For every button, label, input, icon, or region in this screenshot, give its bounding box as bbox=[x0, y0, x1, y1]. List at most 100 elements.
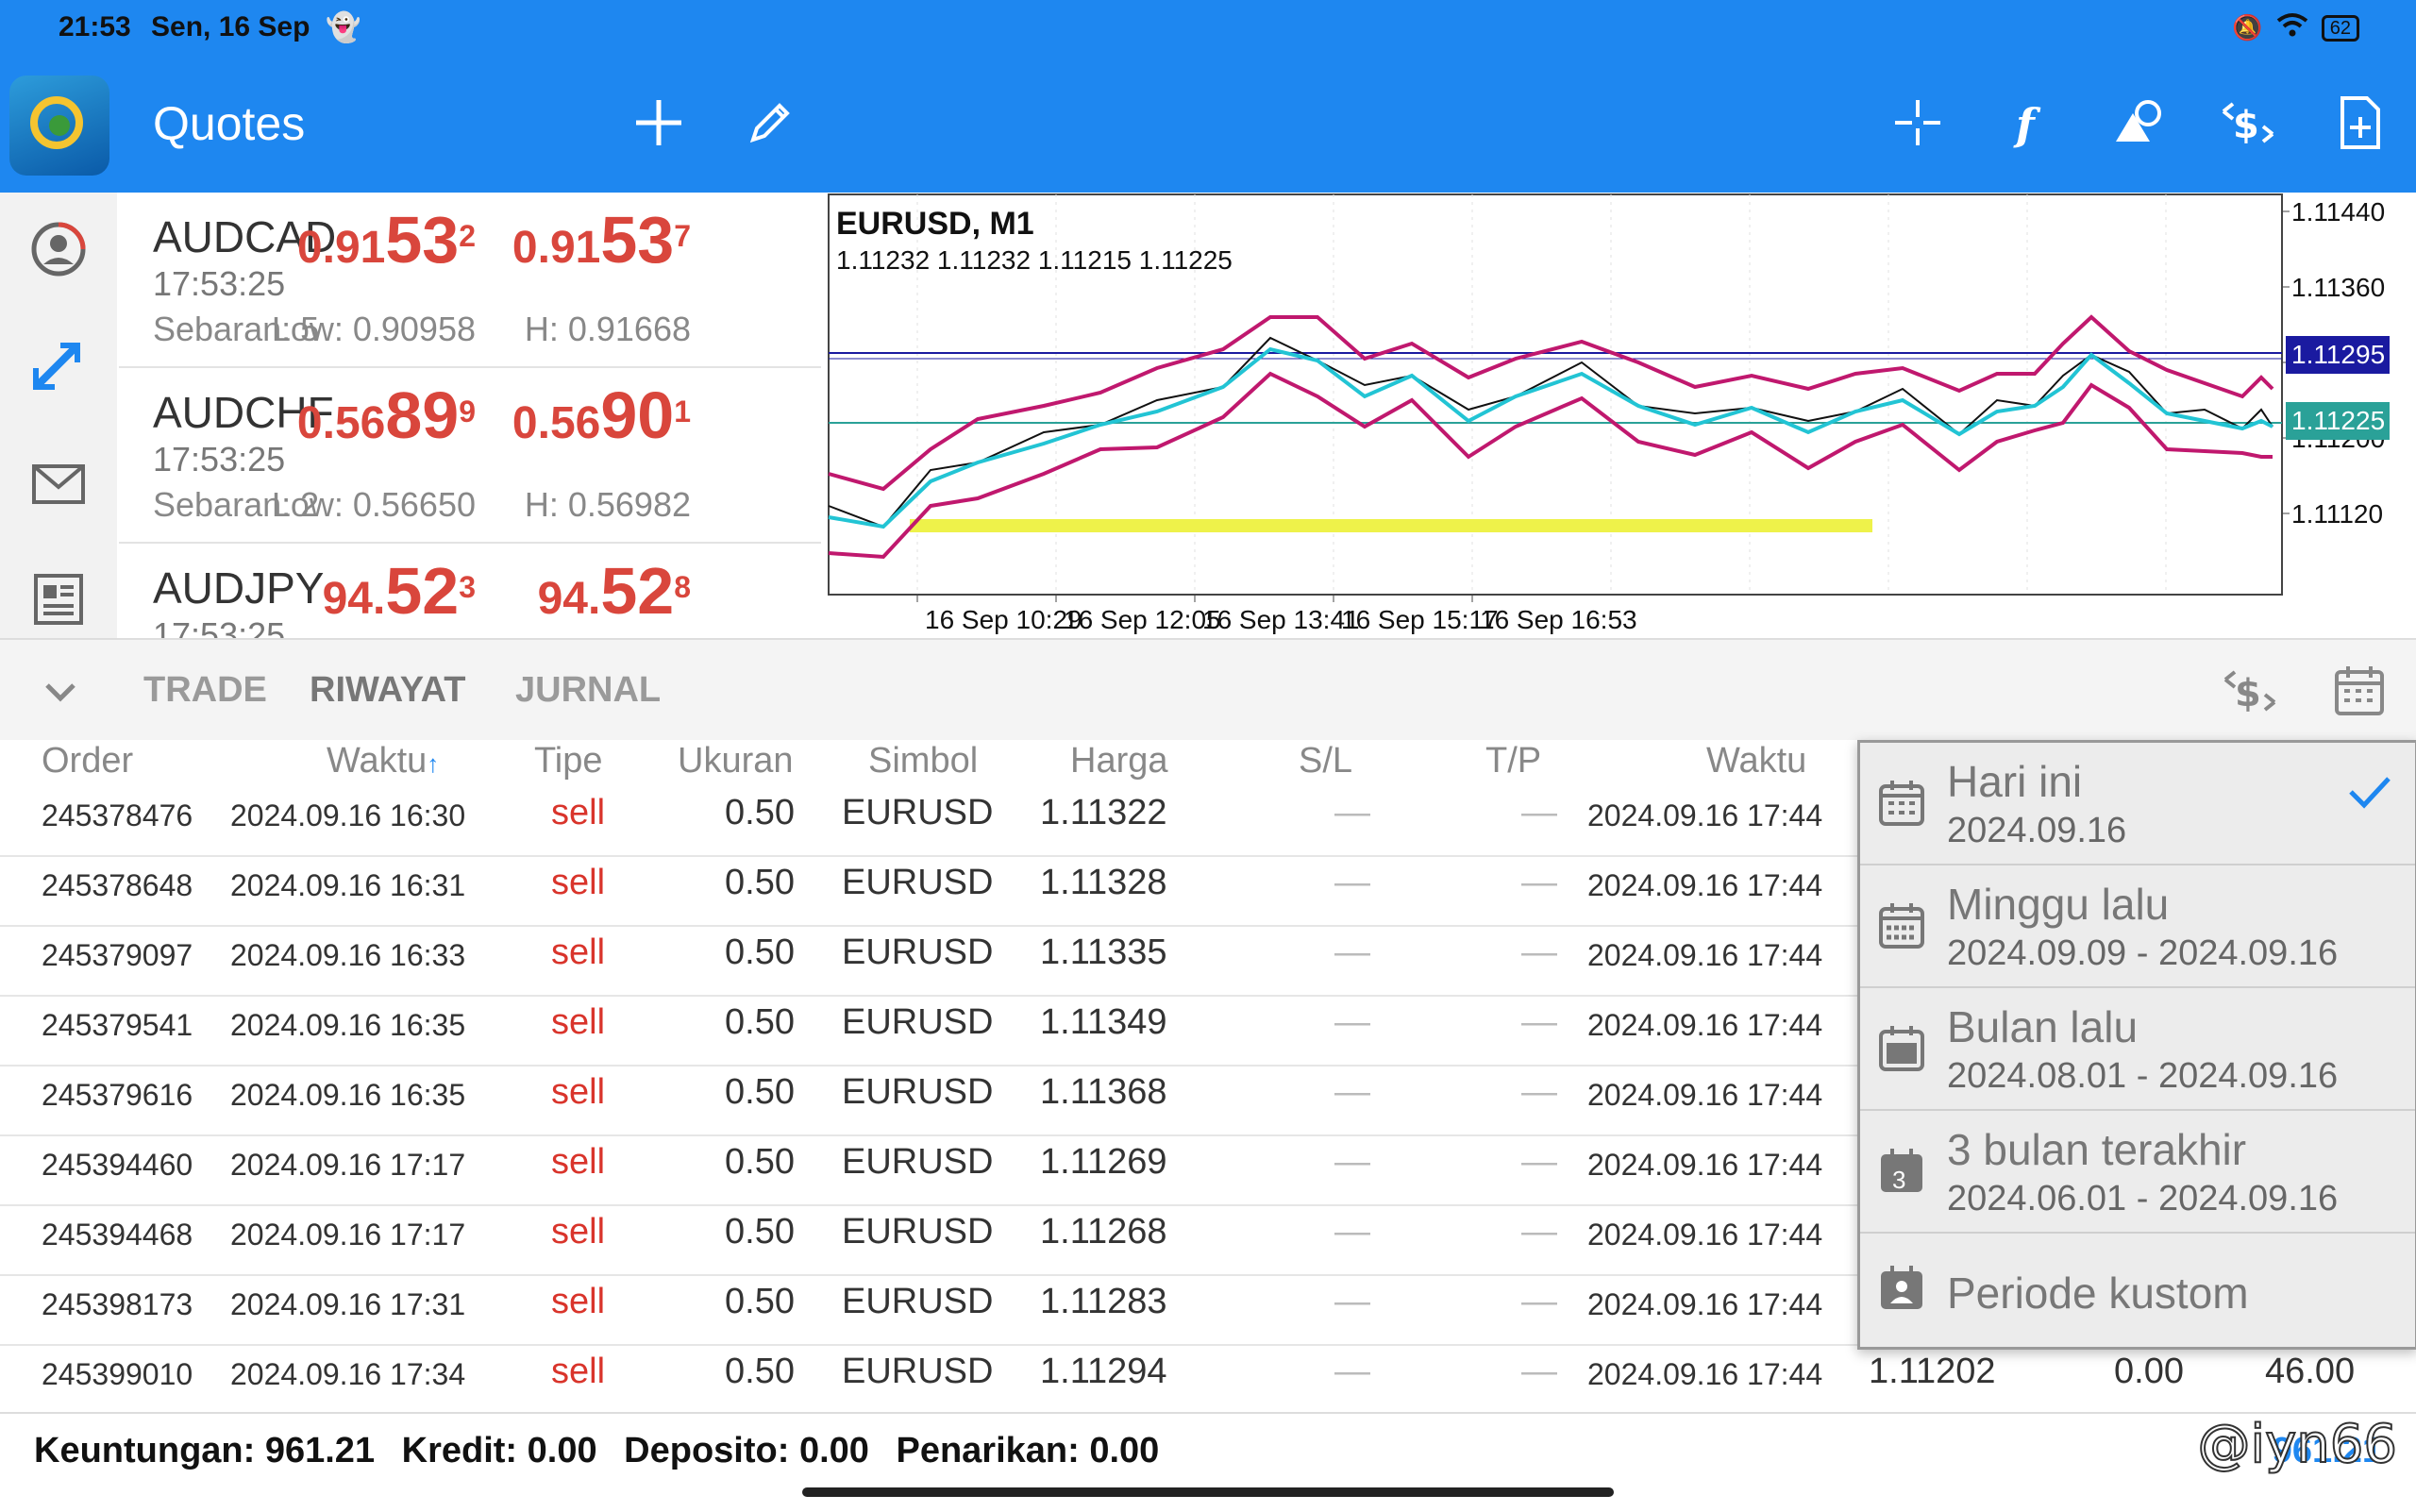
trade-nav-button[interactable] bbox=[28, 334, 89, 395]
cell-sl: — bbox=[1334, 1282, 1370, 1321]
crosshair-button[interactable] bbox=[1888, 92, 1948, 153]
quote-row-audchf[interactable]: AUDCHF 17:53:25 Sebaran: 2 0.56899 0.569… bbox=[119, 368, 821, 544]
cell-tp: — bbox=[1521, 932, 1557, 972]
quote-ask: 0.91537 bbox=[512, 203, 691, 277]
quote-time: 17:53:25 bbox=[153, 615, 286, 638]
cell-swap: 0.00 bbox=[2114, 1352, 2184, 1391]
cell-sl: — bbox=[1334, 1002, 1370, 1042]
cell-tp: — bbox=[1521, 1352, 1557, 1391]
quotes-list: AUDCAD 17:53:25 Sebaran: 5 0.91532 0.915… bbox=[119, 193, 821, 638]
cell-tp: — bbox=[1521, 793, 1557, 832]
cell-time: 2024.09.16 17:17 bbox=[230, 1148, 466, 1182]
col-sl[interactable]: S/L bbox=[1299, 740, 1352, 785]
edit-button[interactable] bbox=[740, 92, 800, 153]
col-tp[interactable]: T/P bbox=[1485, 740, 1541, 785]
tab-journal[interactable]: JURNAL bbox=[515, 670, 661, 711]
col-price[interactable]: Harga bbox=[1070, 740, 1168, 785]
credit-summary: Kredit: 0.00 bbox=[401, 1431, 597, 1470]
quote-time: 17:53:25 bbox=[153, 264, 286, 303]
calendar-month-icon bbox=[1875, 1022, 1928, 1075]
col-order[interactable]: Order bbox=[42, 740, 133, 785]
trade-arrows-icon bbox=[33, 343, 80, 390]
period-option-last-week[interactable]: Minggu lalu 2024.09.09 - 2024.09.16 bbox=[1860, 865, 2415, 988]
period-range: 2024.06.01 - 2024.09.16 bbox=[1947, 1179, 2339, 1218]
new-order-button[interactable] bbox=[2329, 92, 2390, 153]
quote-ask: 94.528 bbox=[537, 554, 691, 628]
quote-row-audcad[interactable]: AUDCAD 17:53:25 Sebaran: 5 0.91532 0.915… bbox=[119, 193, 821, 368]
chart-ohlc: 1.11232 1.11232 1.11215 1.11225 bbox=[836, 245, 1233, 275]
cell-time: 2024.09.16 17:31 bbox=[230, 1287, 466, 1321]
price-chart[interactable]: 1.114401.113601.112801.112001.11120 16 S… bbox=[827, 193, 2416, 638]
quote-bid: 0.91532 bbox=[296, 203, 476, 277]
cell-close-time: 2024.09.16 17:44 bbox=[1587, 868, 1823, 902]
cell-tp: — bbox=[1521, 1282, 1557, 1321]
home-indicator[interactable] bbox=[802, 1487, 1614, 1497]
quote-ask: 0.56901 bbox=[512, 378, 691, 452]
quote-row-audjpy[interactable]: AUDJPY 17:53:25 94.523 94.528 bbox=[119, 544, 821, 638]
trade-button[interactable]: $ bbox=[2218, 92, 2278, 153]
col-size[interactable]: Ukuran bbox=[678, 740, 794, 785]
col-time[interactable]: Waktu↑ bbox=[327, 740, 439, 785]
cell-size: 0.50 bbox=[725, 1002, 795, 1042]
period-option-today[interactable]: Hari ini 2024.09.16 bbox=[1860, 743, 2415, 865]
x-tick-label: 16 Sep 16:53 bbox=[1480, 605, 1637, 634]
dollar-arrows-icon: $ bbox=[2223, 670, 2276, 715]
calendar-3-icon: 3 bbox=[1875, 1145, 1928, 1198]
cell-type: sell bbox=[551, 1072, 606, 1112]
cell-price: 1.11283 bbox=[1040, 1282, 1167, 1321]
period-option-last-month[interactable]: Bulan lalu 2024.08.01 - 2024.09.16 bbox=[1860, 988, 2415, 1111]
add-symbol-button[interactable] bbox=[629, 92, 689, 153]
quote-bid: 0.56899 bbox=[296, 378, 476, 452]
cell-sl: — bbox=[1334, 1142, 1370, 1182]
bottom-tab-bar: TRADE RIWAYAT JURNAL $ bbox=[0, 638, 2416, 742]
cell-close-time: 2024.09.16 17:44 bbox=[1587, 1008, 1823, 1042]
cell-time: 2024.09.16 16:31 bbox=[230, 868, 466, 902]
mail-button[interactable] bbox=[28, 453, 89, 513]
cell-type: sell bbox=[551, 793, 606, 832]
table-row[interactable]: 245399010 2024.09.16 17:34 sell 0.50 EURUSD 1… bbox=[0, 1344, 2416, 1416]
cell-time: 2024.09.16 16:33 bbox=[230, 938, 466, 972]
profit-summary: Keuntungan: 961.21 bbox=[34, 1431, 376, 1470]
cell-price: 1.11269 bbox=[1040, 1142, 1167, 1182]
cell-symbol: EURUSD bbox=[842, 1002, 994, 1042]
period-option-3-months[interactable]: 3 3 bulan terakhir 2024.06.01 - 2024.09.… bbox=[1860, 1111, 2415, 1234]
collapse-button[interactable] bbox=[38, 668, 83, 714]
cell-symbol: EURUSD bbox=[842, 1212, 994, 1252]
cell-size: 0.50 bbox=[725, 863, 795, 902]
trade-filter-button[interactable]: $ bbox=[2220, 661, 2280, 721]
cell-size: 0.50 bbox=[725, 1282, 795, 1321]
pencil-icon bbox=[749, 103, 790, 143]
cell-order: 245379616 bbox=[42, 1078, 193, 1112]
cell-time: 2024.09.16 16:35 bbox=[230, 1078, 466, 1112]
cell-order: 245394460 bbox=[42, 1148, 193, 1182]
x-tick-label: 16 Sep 10:29 bbox=[925, 605, 1082, 634]
col-close-time[interactable]: Waktu bbox=[1706, 740, 1806, 785]
quote-bid: 94.523 bbox=[322, 554, 476, 628]
cell-price: 1.11368 bbox=[1040, 1072, 1167, 1112]
cell-order: 245379541 bbox=[42, 1008, 193, 1042]
news-button[interactable] bbox=[28, 568, 89, 629]
period-label: Minggu lalu bbox=[1947, 880, 2170, 929]
col-type[interactable]: Tipe bbox=[534, 740, 603, 785]
tab-trade[interactable]: TRADE bbox=[143, 670, 267, 711]
indicators-button[interactable]: f bbox=[1999, 92, 2059, 153]
cell-time: 2024.09.16 17:17 bbox=[230, 1218, 466, 1252]
dollar-arrows-icon: $ bbox=[2222, 102, 2274, 147]
cell-type: sell bbox=[551, 1212, 606, 1252]
y-tick-label: 1.11360 bbox=[2291, 273, 2385, 302]
col-symbol[interactable]: Simbol bbox=[868, 740, 978, 785]
cell-size: 0.50 bbox=[725, 1352, 795, 1391]
objects-button[interactable] bbox=[2108, 92, 2169, 153]
mail-icon bbox=[32, 464, 85, 504]
account-button[interactable] bbox=[28, 219, 89, 279]
status-time: 21:53 bbox=[59, 11, 131, 42]
cell-price: 1.11294 bbox=[1040, 1352, 1167, 1391]
svg-text:$: $ bbox=[2233, 104, 2259, 147]
calendar-button[interactable] bbox=[2329, 661, 2390, 721]
cell-sl: — bbox=[1334, 1212, 1370, 1252]
cell-sl: — bbox=[1334, 793, 1370, 832]
cell-symbol: EURUSD bbox=[842, 1352, 994, 1391]
tab-history[interactable]: RIWAYAT bbox=[310, 670, 465, 711]
metatrader-logo-icon[interactable] bbox=[9, 76, 109, 176]
period-option-custom[interactable]: Periode kustom bbox=[1860, 1234, 2415, 1354]
